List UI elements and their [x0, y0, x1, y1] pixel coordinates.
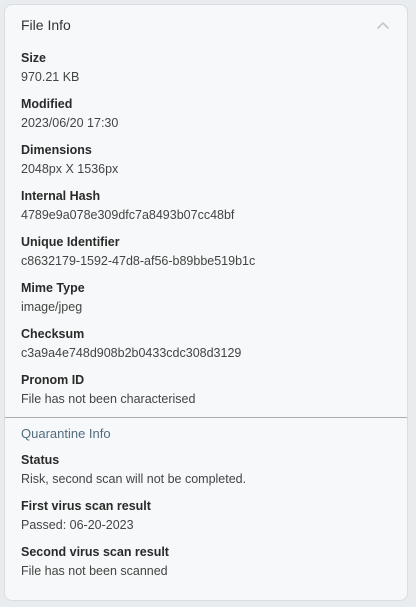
field-mime-type: Mime Type image/jpeg: [21, 279, 391, 317]
field-pronom-id: Pronom ID File has not been characterise…: [21, 371, 391, 409]
field-label: Pronom ID: [21, 373, 85, 387]
field-value: image/jpeg: [21, 300, 83, 314]
field-value: Passed: 06-20-2023: [21, 518, 134, 532]
file-info-panel: File Info Size 970.21 KB Modified 2023/0…: [4, 4, 408, 601]
field-unique-identifier: Unique Identifier c8632179-1592-47d8-af5…: [21, 233, 391, 271]
field-size: Size 970.21 KB: [21, 49, 391, 87]
chevron-up-icon[interactable]: [375, 17, 391, 33]
field-label: First virus scan result: [21, 499, 151, 513]
quarantine-info-fields: Status Risk, second scan will not be com…: [5, 451, 407, 581]
field-value: Risk, second scan will not be completed.: [21, 472, 247, 486]
field-value: File has not been characterised: [21, 392, 196, 406]
quarantine-info-title: Quarantine Info: [21, 426, 111, 441]
file-info-fields: Size 970.21 KB Modified 2023/06/20 17:30…: [5, 45, 407, 409]
file-info-title: File Info: [21, 17, 71, 33]
field-value: 2023/06/20 17:30: [21, 116, 119, 130]
field-label: Status: [21, 453, 60, 467]
file-info-header[interactable]: File Info: [5, 5, 407, 45]
field-label: Modified: [21, 97, 73, 111]
field-label: Unique Identifier: [21, 235, 120, 249]
field-label: Checksum: [21, 327, 85, 341]
field-value: File has not been scanned: [21, 564, 168, 578]
field-status: Status Risk, second scan will not be com…: [21, 451, 391, 489]
field-dimensions: Dimensions 2048px X 1536px: [21, 141, 391, 179]
field-label: Mime Type: [21, 281, 85, 295]
field-value: 4789e9a078e309dfc7a8493b07cc48bf: [21, 208, 235, 222]
field-label: Second virus scan result: [21, 545, 169, 559]
field-value: 2048px X 1536px: [21, 162, 119, 176]
field-label: Dimensions: [21, 143, 92, 157]
field-second-virus-scan: Second virus scan result File has not be…: [21, 543, 391, 581]
field-checksum: Checksum c3a9a4e748d908b2b0433cdc308d312…: [21, 325, 391, 363]
field-label: Internal Hash: [21, 189, 101, 203]
field-value: c3a9a4e748d908b2b0433cdc308d3129: [21, 346, 242, 360]
field-value: 970.21 KB: [21, 70, 80, 84]
field-value: c8632179-1592-47d8-af56-b89bbe519b1c: [21, 254, 256, 268]
field-modified: Modified 2023/06/20 17:30: [21, 95, 391, 133]
field-label: Size: [21, 51, 47, 65]
field-first-virus-scan: First virus scan result Passed: 06-20-20…: [21, 497, 391, 535]
field-internal-hash: Internal Hash 4789e9a078e309dfc7a8493b07…: [21, 187, 391, 225]
